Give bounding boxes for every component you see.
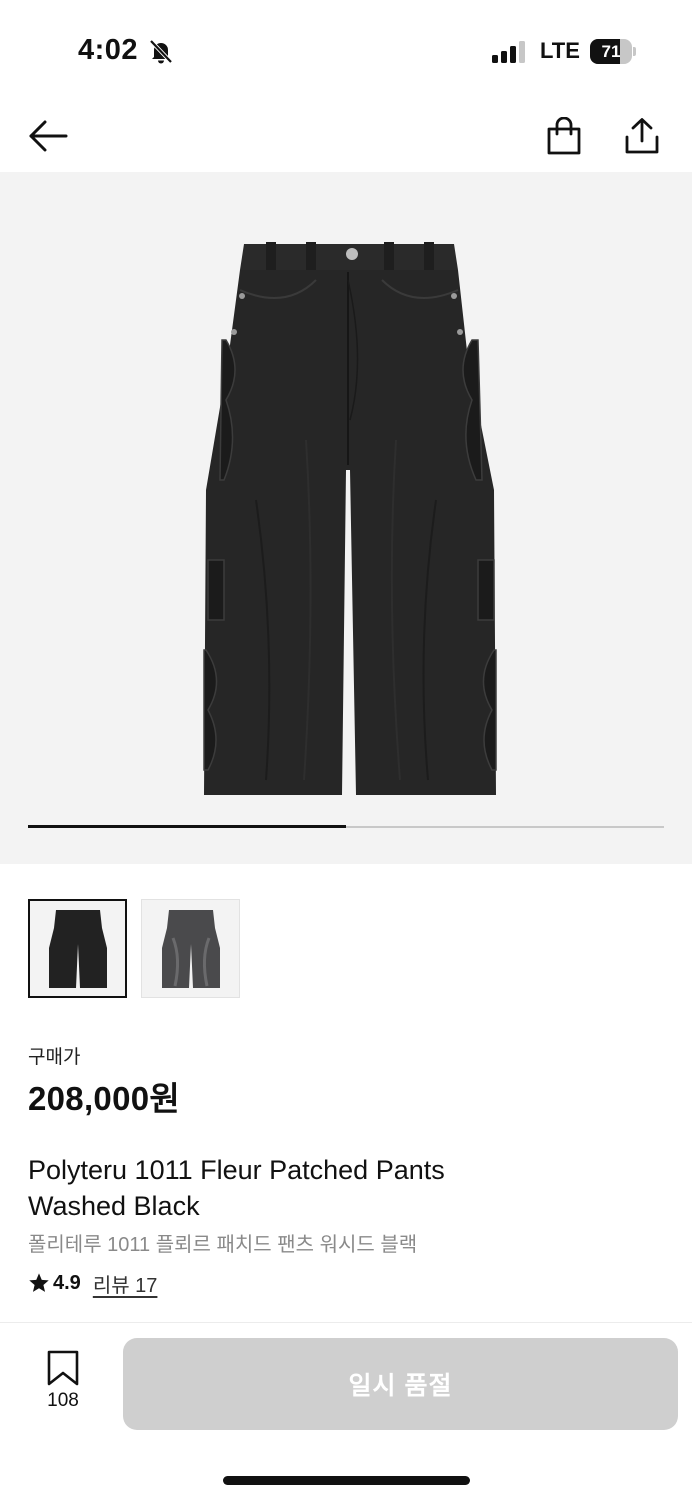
battery-level: 71 [601,42,621,61]
price-value: 208,000원 [28,1080,181,1117]
bookmark-count: 108 [47,1390,79,1411]
price-label: 구매가 [28,1047,81,1068]
status-bar: 4:02 LTE 71 [0,0,692,100]
home-indicator [223,1476,470,1485]
signal-icon [492,41,525,63]
thumbnail-list [28,899,668,998]
bookmark-icon [47,1350,79,1386]
back-button[interactable] [24,112,72,160]
carousel-progress-track [28,825,664,828]
carousel-progress-indicator [28,825,346,828]
back-arrow-icon [29,120,68,152]
thumbnail-image [48,909,107,988]
star-icon [29,1273,49,1292]
cart-button[interactable] [540,112,588,160]
thumbnail-pants-washed-black[interactable] [141,899,240,998]
shopping-bag-icon [547,117,581,155]
thumbnail-pants-black[interactable] [28,899,127,998]
review-link[interactable]: 리뷰 17 [93,1269,158,1298]
share-button[interactable] [618,112,666,160]
thumbnail-image [161,909,220,988]
product-image-carousel[interactable] [0,172,692,864]
share-icon [625,118,659,154]
bottom-divider [0,1322,692,1323]
bell-slash-icon [149,39,173,64]
product-image [203,242,497,795]
rating-value: 4.9 [53,1271,81,1294]
sold-out-button[interactable]: 일시 품절 [123,1338,678,1430]
bookmark-button[interactable]: 108 [32,1350,94,1420]
network-label: LTE [540,38,580,63]
top-nav [0,100,692,172]
product-subtitle: 폴리테루 1011 플뢰르 패치드 팬츠 워시드 블랙 [28,1234,418,1256]
battery-icon: 71 [590,39,636,64]
rating-row: 4.9 리뷰 17 [28,1269,157,1297]
status-time: 4:02 [78,34,139,66]
product-title: Polyteru 1011 Fleur Patched Pants Washed… [28,1155,445,1221]
